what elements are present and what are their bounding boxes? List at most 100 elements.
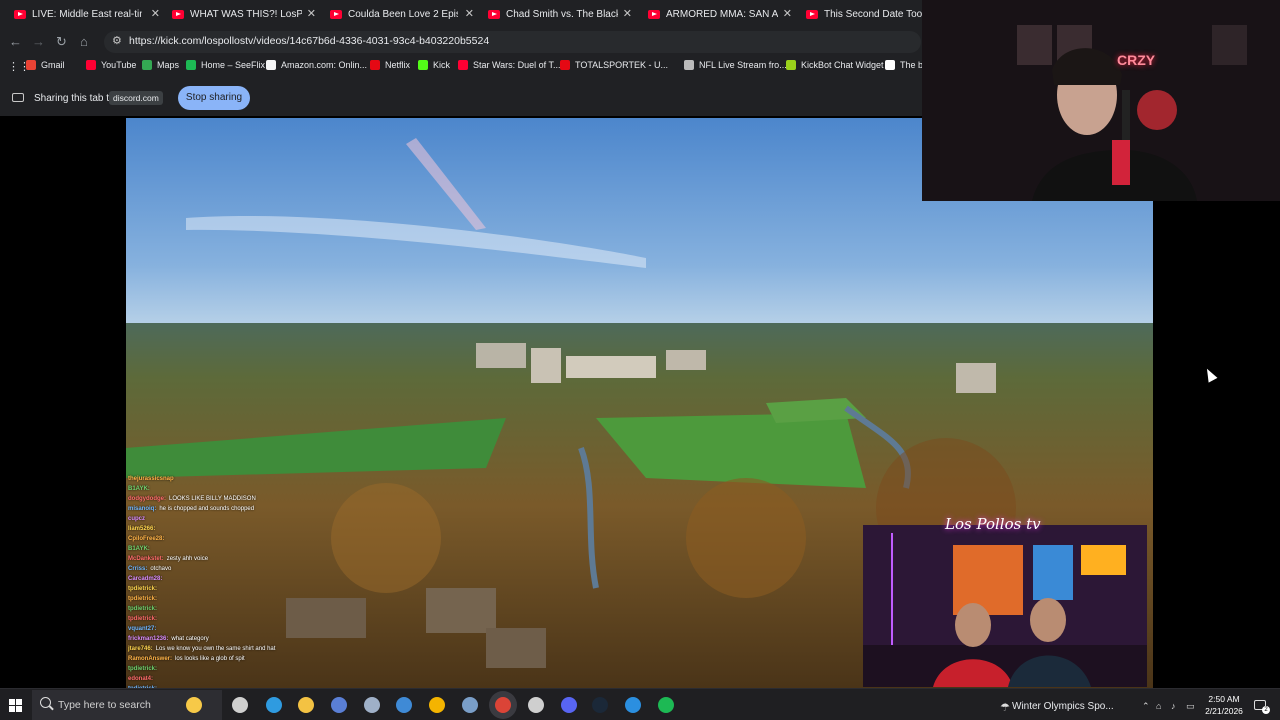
bookmark-label: TOTALSPORTEK - U... <box>575 60 669 70</box>
close-tab-icon[interactable]: ✕ <box>151 7 160 20</box>
chat-text: otchavo <box>150 566 172 572</box>
chrome-icon[interactable] <box>495 697 511 713</box>
stream-logo: Los Pollos tv <box>945 515 1041 533</box>
chat-message: edonat4: <box>128 674 428 684</box>
site-info-icon[interactable]: ⚙ <box>112 34 122 47</box>
chat-username: B1AYK: <box>128 546 150 552</box>
display-icon[interactable]: ▭ <box>1186 701 1195 712</box>
search-placeholder: Type here to search <box>58 699 151 711</box>
tab-4[interactable]: Chad Smith vs. The Black Sabba ✕ <box>488 4 632 24</box>
stream-chat-overlay: thejurassicsnap B1AYK: dodgydodge: LOOKS LI… <box>128 474 428 694</box>
close-tab-icon[interactable]: ✕ <box>623 7 632 20</box>
sharing-text: Sharing this tab to <box>34 93 115 104</box>
file-explorer-icon[interactable] <box>298 697 314 713</box>
bookmark-item[interactable]: YouTube <box>86 60 136 70</box>
sharing-target-chip[interactable]: discord.com <box>109 91 163 105</box>
bookmark-label: Home – SeeFlix <box>201 60 266 70</box>
steam-icon[interactable] <box>592 697 608 713</box>
clock-date: 2/21/2026 <box>1205 706 1243 716</box>
chat-username: McDankstet: <box>128 556 164 562</box>
network-icon[interactable]: ⌂ <box>1156 701 1161 711</box>
chat-message: frickman1236: what category <box>128 634 428 644</box>
copilot-icon[interactable] <box>186 697 202 713</box>
volume-icon[interactable]: ♪ <box>1171 701 1176 711</box>
chat-message: B1AYK: <box>128 484 428 494</box>
discord-icon[interactable] <box>561 697 577 713</box>
tab-6[interactable]: This Second Date Took a Tur <box>806 4 922 24</box>
weather-widget[interactable]: Winter Olympics Spo... <box>1012 701 1114 712</box>
bookmark-item[interactable]: TOTALSPORTEK - U... <box>560 60 668 70</box>
youtube-icon <box>330 9 342 19</box>
tab-1[interactable]: LIVE: Middle East real-time cam ✕ <box>14 4 160 24</box>
forward-icon[interactable]: → <box>32 34 45 49</box>
url-text: https://kick.com/lospollostv/videos/14c6… <box>129 35 490 47</box>
bookmark-item[interactable]: Gmail <box>26 60 65 70</box>
guest-webcam <box>863 525 1147 687</box>
clock-time: 2:50 AM <box>1208 694 1240 704</box>
chat-text: LOOKS LIKE BILLY MADDISON <box>169 496 256 502</box>
chat-message: tpdietrick: <box>128 584 428 594</box>
tab-3[interactable]: Coulda Been Love 2 Episode 2: ✕ <box>330 4 474 24</box>
youtube-icon <box>172 9 184 19</box>
bookmark-item[interactable]: Maps <box>142 60 179 70</box>
chat-message: misanoiq: he is chopped and sounds choppe… <box>128 504 428 514</box>
chrome-canary-icon[interactable] <box>429 697 445 713</box>
bookmark-item[interactable]: KickBot Chat Widget <box>786 60 884 70</box>
close-tab-icon[interactable]: ✕ <box>465 7 474 20</box>
chat-username: dodgydodge: <box>128 496 166 502</box>
bookmark-item[interactable]: Home – SeeFlix <box>186 60 265 70</box>
home-icon[interactable]: ⌂ <box>80 34 88 49</box>
back-icon[interactable]: ← <box>9 34 22 49</box>
neon-sign: CRZY <box>1117 52 1156 68</box>
calculator-icon[interactable] <box>331 697 347 713</box>
bookmark-favicon-icon <box>684 60 694 70</box>
chat-username: Carcadm28: <box>128 576 163 582</box>
bookmark-item[interactable]: Star Wars: Duel of T... <box>458 60 561 70</box>
app-icon-3[interactable] <box>625 697 641 713</box>
bookmark-item[interactable]: Netflix <box>370 60 410 70</box>
bookmark-favicon-icon <box>86 60 96 70</box>
youtube-icon <box>806 9 818 19</box>
chat-username: B1AYK: <box>128 486 150 492</box>
youtube-icon <box>488 9 500 19</box>
taskbar-clock[interactable]: 2:50 AM 2/21/2026 <box>1198 693 1250 717</box>
tab-2[interactable]: WHAT WAS THIS?! LosPollosTV ✕ <box>172 4 316 24</box>
bookmark-label: Netflix <box>385 60 411 70</box>
chat-message: Crriss: otchavo <box>128 564 428 574</box>
spotify-icon[interactable] <box>658 697 674 713</box>
close-tab-icon[interactable]: ✕ <box>783 7 792 20</box>
bookmark-item[interactable]: NFL Live Stream fro... <box>684 60 787 70</box>
address-bar[interactable]: ⚙ https://kick.com/lospollostv/videos/14… <box>104 31 921 53</box>
bookmark-favicon-icon <box>26 60 36 70</box>
chat-message: cupcz <box>128 514 428 524</box>
tray-chevron-icon[interactable]: ⌃ <box>1142 701 1150 712</box>
obs-icon[interactable] <box>528 697 544 713</box>
bookmark-item[interactable]: Amazon.com: Onlin... <box>266 60 367 70</box>
edge-icon[interactable] <box>266 697 282 713</box>
chat-message: B1AYK: <box>128 544 428 554</box>
app-icon[interactable] <box>364 697 380 713</box>
stop-sharing-button[interactable]: Stop sharing <box>178 86 250 110</box>
bookmark-favicon-icon <box>560 60 570 70</box>
bookmark-label: Kick <box>433 60 451 70</box>
chat-message: tpdietrick: <box>128 594 428 604</box>
chat-message: vquant27: <box>128 624 428 634</box>
close-tab-icon[interactable]: ✕ <box>307 7 316 20</box>
app-icon-2[interactable] <box>462 697 478 713</box>
reload-icon[interactable]: ↻ <box>56 34 67 50</box>
bookmark-item[interactable]: Kick <box>418 60 450 70</box>
chat-username: CpiloFree28: <box>128 536 165 542</box>
tab-title: ARMORED MMA: SAN ANTONI <box>666 8 778 20</box>
chat-username: tpdietrick: <box>128 666 158 672</box>
windows-start-icon[interactable] <box>9 699 22 712</box>
chat-username: tpdietrick: <box>128 616 158 622</box>
tab-5[interactable]: ARMORED MMA: SAN ANTONI ✕ <box>648 4 792 24</box>
bookmark-label: Maps <box>157 60 180 70</box>
chat-username: thejurassicsnap <box>128 476 174 482</box>
task-view-icon[interactable] <box>232 697 248 713</box>
streamer-webcam: CRZY <box>922 0 1280 201</box>
youtube-icon <box>648 9 660 19</box>
chat-message: thejurassicsnap <box>128 474 428 484</box>
app-icon-blue[interactable] <box>396 697 412 713</box>
bookmark-label: Gmail <box>41 60 65 70</box>
